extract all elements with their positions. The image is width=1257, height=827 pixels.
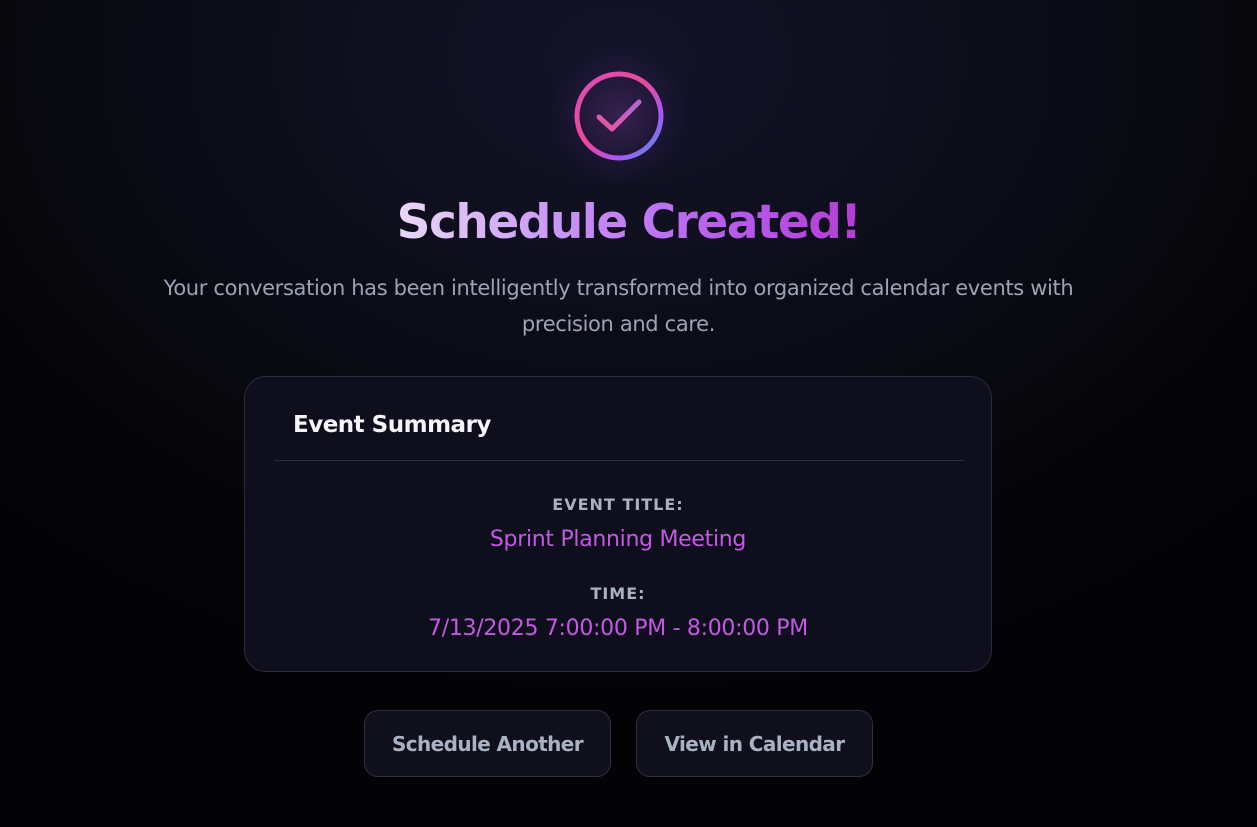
- event-time-label: TIME:: [590, 584, 646, 603]
- event-time-value: 7/13/2025 7:00:00 PM - 8:00:00 PM: [428, 616, 808, 641]
- page-subtitle: Your conversation has been intelligently…: [163, 276, 1074, 336]
- event-title-label: EVENT TITLE:: [552, 495, 684, 514]
- event-summary-card: Event Summary EVENT TITLE: Sprint Planni…: [244, 376, 992, 672]
- view-in-calendar-button[interactable]: View in Calendar: [636, 710, 873, 777]
- page-title: Schedule Created!: [396, 195, 862, 250]
- card-divider: [274, 460, 964, 461]
- schedule-another-button[interactable]: Schedule Another: [364, 710, 611, 777]
- check-circle-icon: [551, 48, 687, 184]
- schedule-confirmation-page: Schedule Created! Your conversation has …: [0, 0, 1257, 827]
- event-summary-heading: Event Summary: [293, 412, 491, 438]
- event-title-value: Sprint Planning Meeting: [489, 527, 747, 552]
